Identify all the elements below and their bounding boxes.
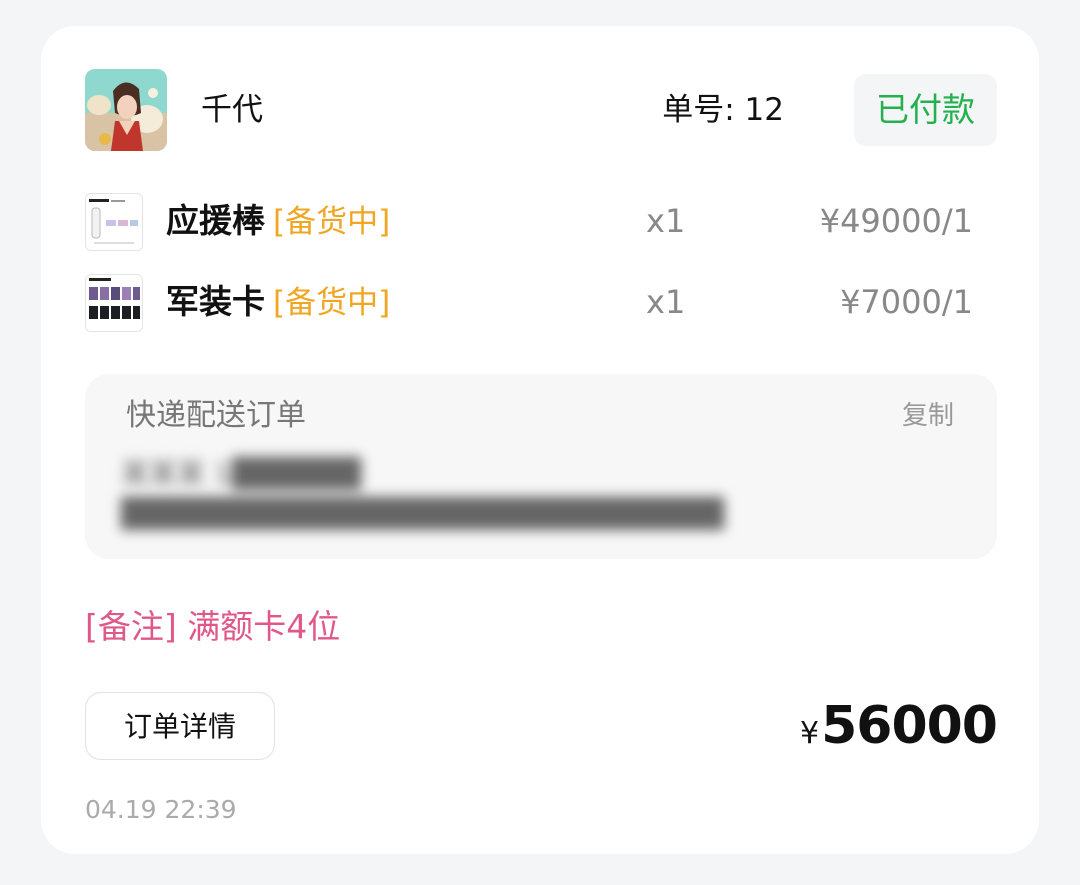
order-total: ¥56000: [799, 694, 998, 770]
payment-status-badge: 已付款: [854, 74, 997, 146]
item-thumbnail[interactable]: [85, 274, 143, 332]
redacted-line: ████████████████████████████: [121, 497, 724, 530]
photocard-thumbnail-icon: [86, 275, 142, 331]
item-title: 应援棒 [备货中]: [166, 198, 390, 250]
total-amount: 56000: [821, 696, 998, 756]
stock-status: [备货中]: [273, 204, 391, 240]
currency-symbol: ¥: [799, 716, 820, 751]
redacted-address: 某某某 1██████ ████████████████████████████: [121, 454, 724, 534]
stock-status: [备货中]: [273, 285, 391, 321]
item-quantity: x1: [646, 283, 686, 321]
shipping-info-box: 快递配送订单 复制 某某某 1██████ ██████████████████…: [85, 374, 997, 559]
order-detail-button[interactable]: 订单详情: [85, 692, 275, 760]
order-item-row[interactable]: 军装卡 [备货中] x1 ¥7000/1: [85, 273, 973, 333]
order-item-row[interactable]: 应援棒 [备货中] x1 ¥49000/1: [85, 192, 973, 252]
light-stick-thumbnail-icon: [86, 194, 142, 250]
shipping-title: 快递配送订单: [126, 398, 306, 433]
avatar-illustration-icon: [85, 69, 167, 151]
redacted-line: 某某某 1██████: [121, 457, 361, 490]
copy-button[interactable]: 复制: [902, 396, 954, 436]
shop-name[interactable]: 千代: [201, 88, 263, 132]
order-timestamp: 04.19 22:39: [85, 795, 237, 824]
order-number: 单号: 12: [662, 92, 784, 128]
order-remark: [备注] 满额卡4位: [85, 607, 341, 646]
item-quantity: x1: [646, 202, 686, 240]
item-thumbnail[interactable]: [85, 193, 143, 251]
item-title: 军装卡 [备货中]: [166, 279, 390, 331]
item-price: ¥49000/1: [819, 202, 973, 240]
order-card[interactable]: 千代 单号: 12 已付款 应援棒 [备货中] x1 ¥49000/1 军装卡 …: [41, 26, 1039, 854]
shop-avatar[interactable]: [85, 69, 167, 151]
item-price: ¥7000/1: [840, 283, 973, 321]
item-name: 军装卡: [166, 282, 265, 321]
item-name: 应援棒: [166, 201, 265, 240]
